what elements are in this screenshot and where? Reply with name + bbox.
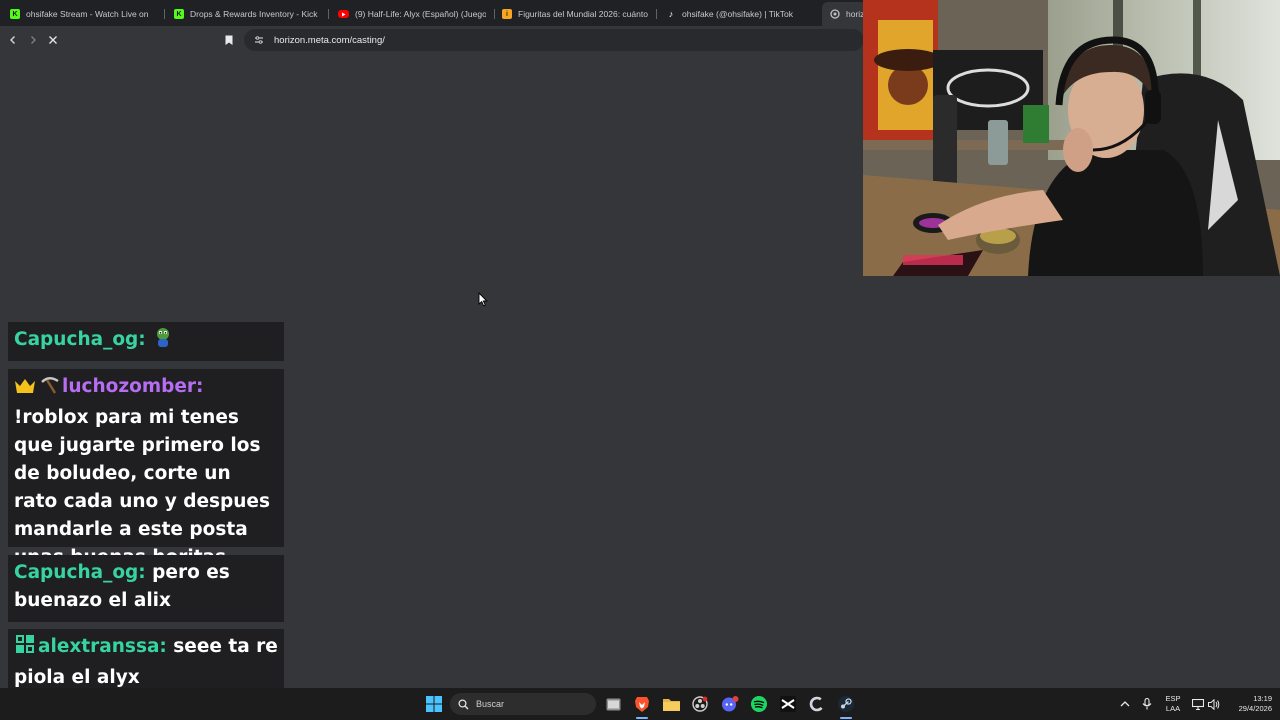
language-switcher[interactable]: ESP LAA xyxy=(1160,688,1186,720)
network-tray-button[interactable] xyxy=(1192,688,1204,720)
obs-icon[interactable] xyxy=(690,694,710,714)
network-icon xyxy=(1192,698,1204,710)
tiktok-icon: ♪ xyxy=(668,9,674,19)
search-placeholder: Buscar xyxy=(476,699,505,709)
chevron-up-icon xyxy=(1120,701,1130,707)
tab-kick-drops[interactable]: K Drops & Rewards Inventory - Kick St xyxy=(174,4,320,24)
og-badge-icon xyxy=(14,633,36,664)
forward-arrow-icon xyxy=(31,36,36,44)
back-arrow-icon xyxy=(10,36,15,44)
stop-loading-button[interactable] xyxy=(44,31,62,49)
tab-kick-stream[interactable]: K ohsifake Stream - Watch Live on xyxy=(10,4,152,24)
mouse-cursor-icon xyxy=(478,292,488,307)
crown-badge-icon xyxy=(14,376,36,404)
tab-title: ohsifake (@ohsifake) | TikTok xyxy=(682,9,793,19)
task-view-icon[interactable] xyxy=(603,694,623,714)
chat-username: alextranssa: xyxy=(38,636,167,657)
tab-title: ohsifake Stream - Watch Live on xyxy=(26,9,149,19)
clock-time: 13:19 xyxy=(1253,694,1272,703)
tab-separator xyxy=(494,9,495,19)
capcut-icon[interactable] xyxy=(778,694,798,714)
kick-icon: K xyxy=(10,9,20,19)
tab-title: horiz xyxy=(846,9,865,19)
microphone-tray-button[interactable] xyxy=(1142,688,1152,720)
news-icon: i xyxy=(502,9,512,19)
volume-tray-button[interactable] xyxy=(1208,688,1220,720)
back-button[interactable] xyxy=(4,31,22,49)
chat-message: alextranssa: seee ta re piola el alyx xyxy=(8,629,284,696)
spotify-icon[interactable] xyxy=(749,694,769,714)
search-icon xyxy=(458,698,469,710)
show-hidden-icons-button[interactable] xyxy=(1120,688,1130,720)
youtube-icon xyxy=(338,10,349,18)
speaker-icon xyxy=(1208,698,1220,710)
kick-icon: K xyxy=(174,9,184,19)
site-settings-icon[interactable] xyxy=(254,35,264,45)
microphone-icon xyxy=(1142,698,1152,710)
file-explorer-icon[interactable] xyxy=(661,694,681,714)
language-code: ESP xyxy=(1165,694,1181,703)
chat-message: Capucha_og: pero es buenazo el alix xyxy=(8,555,284,622)
tab-separator xyxy=(328,9,329,19)
chat-username: Capucha_og: xyxy=(14,329,146,350)
clock-date: 29/4/2026 xyxy=(1238,704,1272,713)
url-text[interactable]: horizon.meta.com/casting/ xyxy=(274,35,385,46)
forward-button[interactable] xyxy=(24,31,42,49)
close-icon xyxy=(49,36,57,44)
discord-icon[interactable] xyxy=(720,694,740,714)
tab-figuritas[interactable]: i Figuritas del Mundial 2026: cuánto c xyxy=(502,4,650,24)
chat-message: luchozomber: !roblox para mi tenes que j… xyxy=(8,369,284,568)
webcam-feed xyxy=(863,0,1280,276)
bookmark-button[interactable] xyxy=(220,31,238,49)
ccleaner-icon[interactable] xyxy=(807,694,827,714)
bookmark-icon xyxy=(225,35,233,45)
steam-icon[interactable] xyxy=(836,694,856,714)
webcam-image xyxy=(863,0,1280,276)
pepe-emote-icon xyxy=(152,326,174,357)
windows-taskbar: Buscar ESP LAA 13:19 29/4/2026 xyxy=(0,688,1280,720)
windows-start-icon[interactable] xyxy=(424,694,444,714)
meta-horizon-icon xyxy=(830,9,840,19)
tab-tiktok[interactable]: ♪ ohsifake (@ohsifake) | TikTok xyxy=(666,4,816,24)
tab-title: Drops & Rewards Inventory - Kick St xyxy=(190,9,320,19)
keyboard-layout: LAA xyxy=(1165,704,1181,713)
tab-youtube[interactable]: (9) Half-Life: Alyx (Español) (Juego co xyxy=(338,4,486,24)
address-bar[interactable]: horizon.meta.com/casting/ xyxy=(244,29,864,51)
taskbar-search[interactable]: Buscar xyxy=(450,693,596,715)
pickaxe-badge-icon xyxy=(38,375,60,404)
taskbar-clock[interactable]: 13:19 29/4/2026 xyxy=(1226,694,1272,714)
brave-icon[interactable] xyxy=(632,694,652,714)
chat-username: luchozomber: xyxy=(62,376,204,397)
tab-separator xyxy=(164,9,165,19)
chat-username: Capucha_og: xyxy=(14,562,146,583)
tab-separator xyxy=(656,9,657,19)
active-app-indicator xyxy=(840,717,852,719)
active-app-indicator xyxy=(636,717,648,719)
tab-title: (9) Half-Life: Alyx (Español) (Juego co xyxy=(355,9,486,19)
chat-message: Capucha_og: xyxy=(8,322,284,361)
tab-title: Figuritas del Mundial 2026: cuánto c xyxy=(518,9,650,19)
chat-message-text: !roblox para mi tenes que jugarte primer… xyxy=(14,407,270,568)
